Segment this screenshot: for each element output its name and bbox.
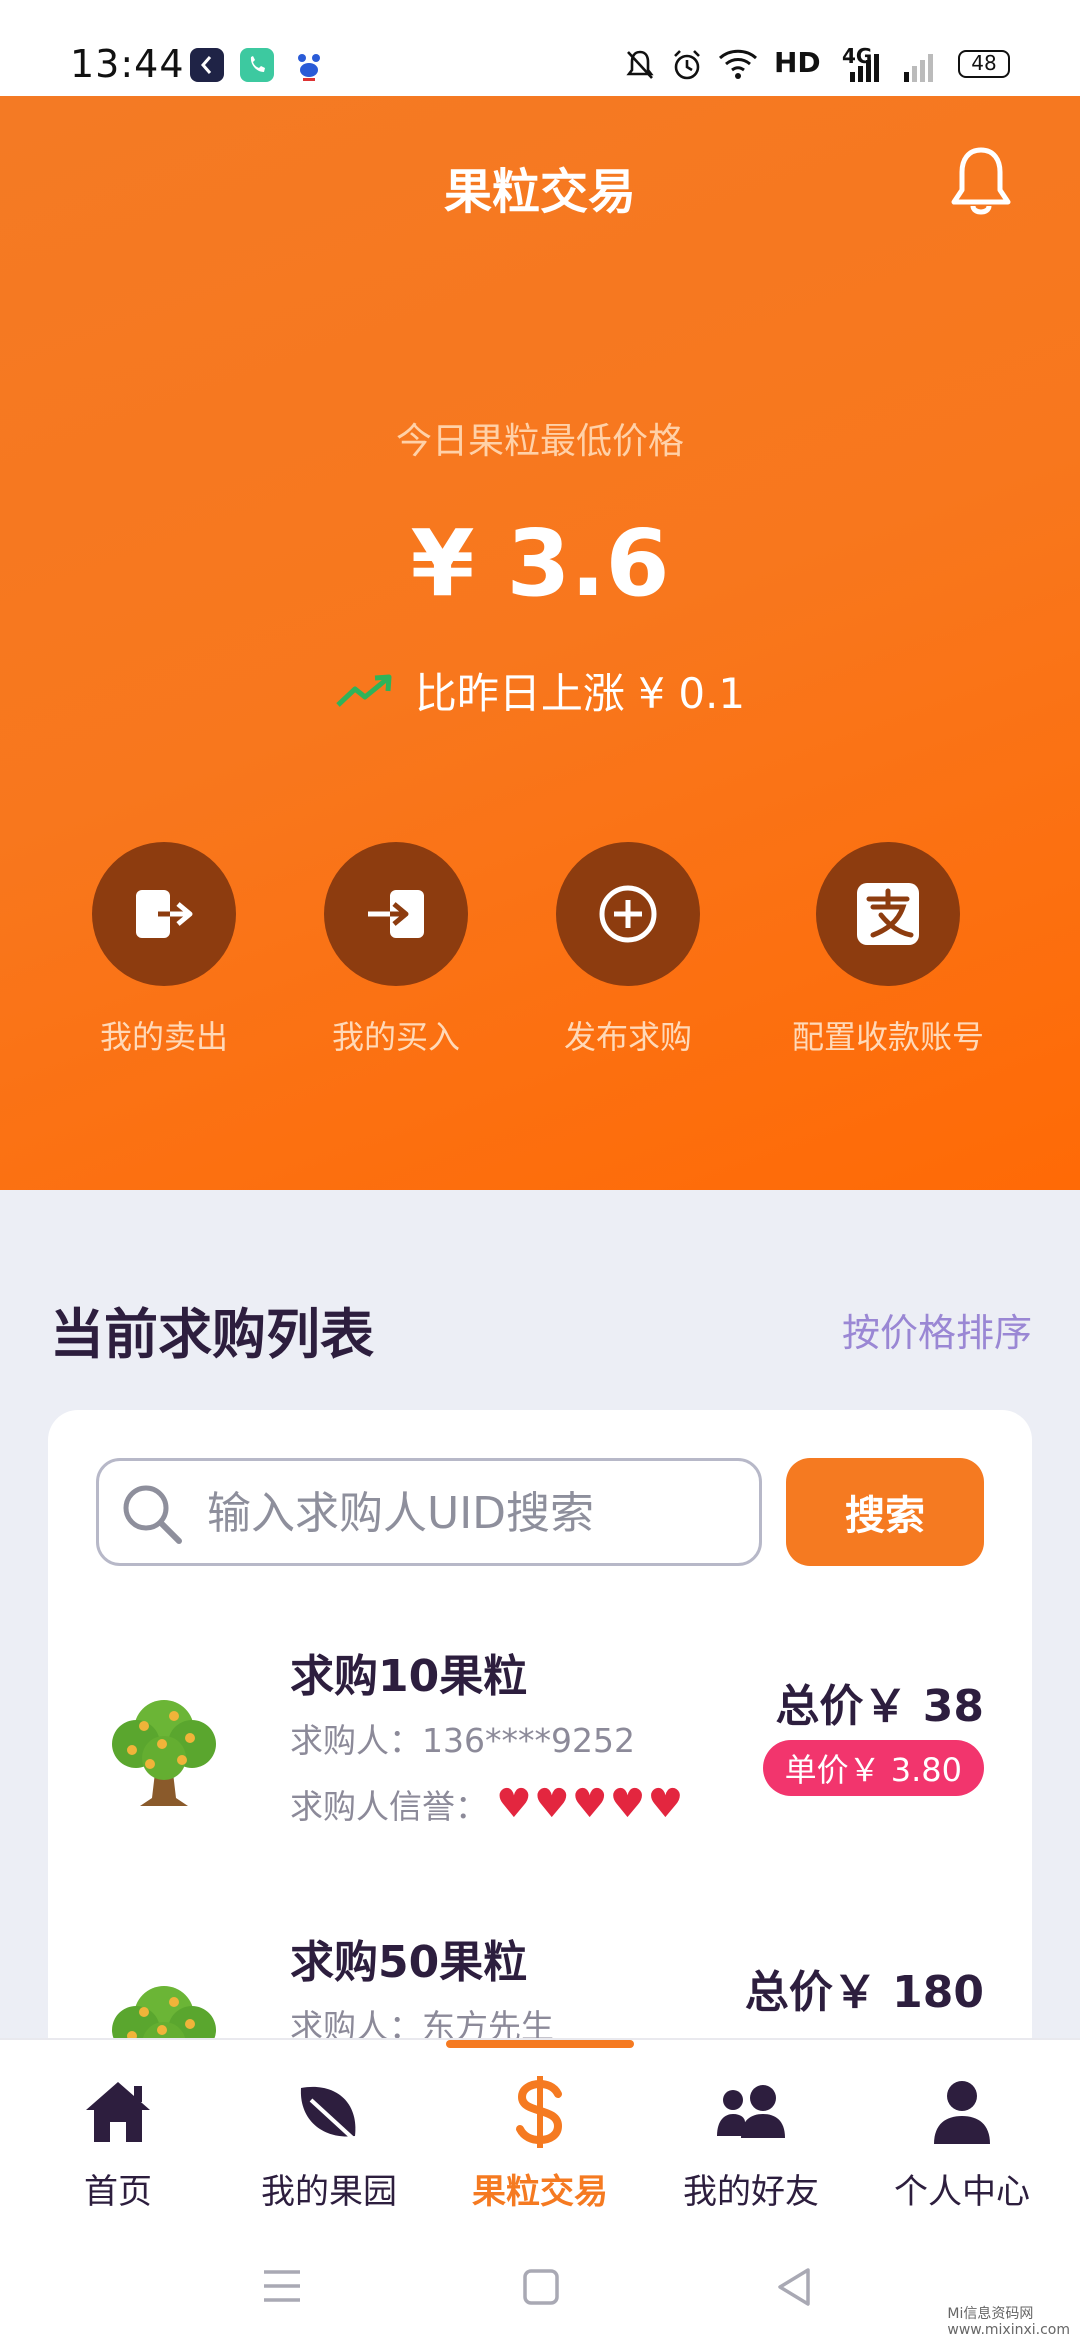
home-square-icon[interactable] [522, 2268, 560, 2306]
price-label: 今日果粒最低价格 [395, 421, 684, 462]
fruit-tree-icon [112, 1700, 216, 1806]
alipay-icon [857, 883, 919, 945]
home-icon [86, 2082, 150, 2142]
my-sales-button[interactable]: 我的卖出 [54, 842, 274, 1058]
status-time: 13:44 [70, 42, 185, 86]
price-change: 比昨日上涨 ¥ 0.1 [0, 660, 1080, 721]
action-circle [816, 842, 960, 986]
phone-notification-icon [240, 48, 274, 82]
leaf-icon [300, 2086, 361, 2146]
my-purchases-label: 我的买入 [331, 1018, 460, 1056]
status-bar: 13:44 HD 4G 48 [0, 0, 1080, 96]
action-circle [92, 842, 236, 986]
page-title: 果粒交易 [443, 164, 636, 220]
list-item[interactable]: 求购10果粒 求购人：136****9252 求购人信誉： ♥ ♥ ♥ ♥ ♥ … [48, 1640, 1032, 1900]
export-icon [136, 890, 193, 938]
item-unit-price: 单价￥ 3.80 [762, 1740, 984, 1796]
item-title: 求购10果粒 [290, 1651, 528, 1702]
nav-home-label: 首页 [84, 2172, 152, 2212]
import-icon [368, 890, 424, 938]
menu-icon[interactable] [262, 2268, 302, 2304]
buyer-label: 求购人： [290, 1721, 422, 1760]
item-buyer: 求购人：136****9252 [290, 1714, 635, 1762]
dollar-icon [516, 2076, 563, 2148]
nav-friends[interactable]: 我的好友 [643, 2072, 859, 2213]
price-value: ¥ 3.6 [410, 510, 670, 617]
item-total-price: 总价￥ 180 [744, 1967, 984, 2018]
nav-profile-label: 个人中心 [894, 2172, 1030, 2212]
back-icon[interactable] [774, 2266, 814, 2308]
item-title: 求购50果粒 [290, 1937, 528, 1988]
bell-icon[interactable] [948, 144, 1014, 218]
my-sales-label: 我的卖出 [99, 1018, 228, 1056]
heart-icon: ♥ [571, 1781, 608, 1827]
friends-icon [717, 2085, 785, 2138]
heart-icon: ♥ [609, 1781, 646, 1827]
add-circle-icon [599, 885, 657, 943]
nav-friends-label: 我的好友 [683, 2172, 819, 2212]
app-notification-icon [190, 48, 224, 82]
publish-request-label: 发布求购 [563, 1018, 692, 1056]
search-button[interactable]: 搜索 [786, 1458, 984, 1566]
credit-hearts: ♥ ♥ ♥ ♥ ♥ [496, 1784, 683, 1824]
action-circle [556, 842, 700, 986]
system-nav-bar [0, 2232, 1080, 2340]
item-credit: 求购人信誉： ♥ ♥ ♥ ♥ ♥ [290, 1780, 683, 1828]
nav-trade[interactable]: 果粒交易 [432, 2072, 648, 2213]
watermark: Mi信息资码网 www.mixinxi.com [947, 2306, 1070, 2338]
my-purchases-button[interactable]: 我的买入 [286, 842, 506, 1058]
heart-icon: ♥ [647, 1781, 684, 1827]
search-box[interactable] [96, 1458, 762, 1566]
payment-account-button[interactable]: 配置收款账号 [778, 842, 998, 1058]
sort-by-price-link[interactable]: 按价格排序 [842, 1302, 1032, 1357]
credit-label: 求购人信誉： [290, 1787, 488, 1826]
publish-request-button[interactable]: 发布求购 [518, 842, 738, 1058]
battery-indicator: 48 [958, 50, 1010, 78]
item-total-price: 总价￥ 38 [775, 1681, 984, 1732]
request-list-title: 当前求购列表 [50, 1303, 374, 1366]
search-input[interactable] [207, 1481, 747, 1545]
nav-trade-label: 果粒交易 [472, 2172, 608, 2212]
baidu-notification-icon [292, 48, 326, 82]
nav-home[interactable]: 首页 [10, 2072, 226, 2213]
hd-label: HD [774, 46, 821, 79]
buyer-value: 136****9252 [422, 1721, 635, 1760]
heart-icon: ♥ [533, 1781, 570, 1827]
nav-orchard[interactable]: 我的果园 [221, 2072, 437, 2213]
mute-bell-icon [626, 50, 654, 79]
active-tab-indicator [446, 2040, 634, 2048]
trend-up-icon [336, 674, 392, 707]
nav-profile[interactable]: 个人中心 [854, 2072, 1070, 2213]
signal-icon [850, 54, 879, 82]
price-change-text: 比昨日上涨 ¥ 0.1 [414, 669, 746, 718]
nav-orchard-label: 我的果园 [261, 2172, 397, 2212]
signal-2-icon [904, 54, 933, 82]
alarm-icon [674, 50, 700, 80]
search-icon [123, 1485, 182, 1544]
payment-account-label: 配置收款账号 [791, 1018, 984, 1056]
heart-icon: ♥ [496, 1781, 532, 1827]
wifi-icon [718, 49, 758, 79]
user-icon [934, 2081, 990, 2144]
action-circle [324, 842, 468, 986]
